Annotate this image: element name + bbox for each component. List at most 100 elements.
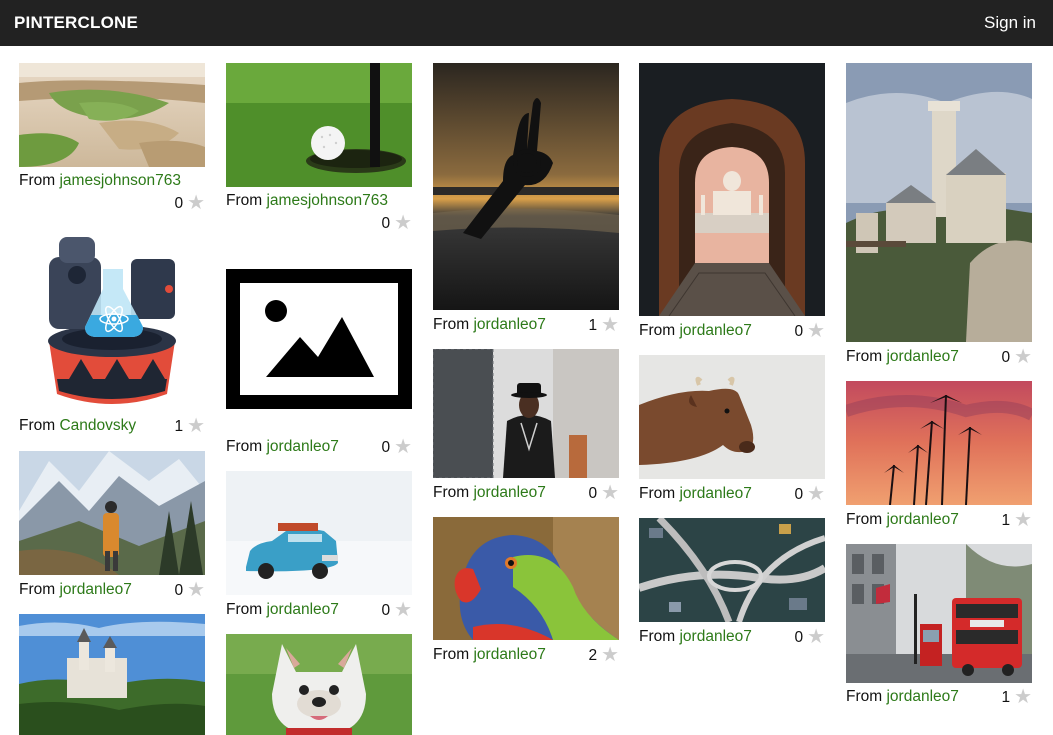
star-icon[interactable]: ★ [394, 212, 412, 234]
pin-card: From jamesjohnson763 0 ★ [226, 63, 412, 236]
pin-author-link[interactable]: jordanleo7 [266, 601, 338, 618]
like-count: 0 [381, 602, 391, 619]
pin-author-link[interactable]: Candovsky [59, 417, 136, 434]
pin-image-palm-trees[interactable] [846, 381, 1032, 505]
pin-card [19, 614, 205, 735]
like-count: 0 [1001, 349, 1011, 366]
pin-image-bulldog[interactable] [226, 634, 412, 735]
pin-meta: From jordanleo7 0 ★ [226, 436, 412, 458]
like-count: 0 [794, 323, 804, 340]
pin-author-link[interactable]: jordanleo7 [886, 688, 958, 705]
from-label: From [846, 348, 883, 365]
pin-image-blue-car[interactable] [226, 471, 412, 595]
pin-card [226, 634, 412, 735]
pin-author-link[interactable]: jordanleo7 [473, 316, 545, 333]
likes-row: 0 ★ [226, 212, 412, 236]
like-count: 1 [588, 317, 598, 334]
pin-meta: From jordanleo7 0 ★ [846, 346, 1032, 368]
star-icon[interactable]: ★ [601, 314, 619, 336]
like-count: 0 [794, 629, 804, 646]
from-label: From [19, 581, 56, 598]
from-label: From [639, 628, 676, 645]
pin-author-link[interactable]: jamesjohnson763 [59, 172, 181, 189]
pin-image-cow[interactable] [639, 355, 825, 479]
from-label: From [226, 601, 263, 618]
like-count: 0 [174, 195, 184, 212]
pin-meta: From jordanleo7 0 ★ [433, 482, 619, 504]
brand-logo[interactable]: PINTERCLONE [14, 13, 138, 33]
from-label: From [846, 511, 883, 528]
pin-card: From jordanleo7 1 ★ [846, 381, 1032, 531]
from-label: From [19, 417, 56, 434]
pin-image-castle-cliff[interactable] [846, 63, 1032, 342]
star-icon[interactable]: ★ [187, 415, 205, 437]
from-label: From [639, 485, 676, 502]
star-icon[interactable]: ★ [807, 320, 825, 342]
pin-author-link[interactable]: jordanleo7 [266, 438, 338, 455]
pin-meta: From jordanleo7 1 ★ [846, 686, 1032, 708]
pin-image-london-bus[interactable] [846, 544, 1032, 683]
sign-in-link[interactable]: Sign in [984, 13, 1036, 33]
pin-card: From jordanleo7 0 ★ [433, 349, 619, 504]
pin-image-golf-course[interactable] [19, 63, 205, 167]
pin-meta: From jordanleo7 0 ★ [639, 626, 825, 648]
pin-meta: From Candovsky 1 ★ [19, 415, 205, 437]
star-icon[interactable]: ★ [807, 483, 825, 505]
star-icon[interactable]: ★ [394, 599, 412, 621]
pin-image-golf-ball[interactable] [226, 63, 412, 187]
pin-author-link[interactable]: jordanleo7 [679, 322, 751, 339]
pin-author-link[interactable]: jordanleo7 [886, 348, 958, 365]
like-count: 1 [1001, 512, 1011, 529]
pin-image-placeholder[interactable] [226, 269, 412, 409]
pin-image-parrot[interactable] [433, 517, 619, 640]
pin-card: From jamesjohnson763 0 ★ [19, 63, 205, 216]
star-icon[interactable]: ★ [187, 579, 205, 601]
pin-image-man-hat[interactable] [433, 349, 619, 478]
star-icon[interactable]: ★ [1014, 509, 1032, 531]
pin-author-link[interactable]: jordanleo7 [473, 646, 545, 663]
like-count: 1 [174, 418, 184, 435]
pin-card: From jordanleo7 0 ★ [19, 451, 205, 601]
like-count: 2 [588, 647, 598, 664]
pin-author-link[interactable]: jordanleo7 [59, 581, 131, 598]
from-label: From [433, 484, 470, 501]
pin-image-hand-sunset[interactable] [433, 63, 619, 310]
pin-card: From jordanleo7 0 ★ [226, 471, 412, 621]
from-label: From [226, 192, 263, 209]
pin-card: From jordanleo7 0 ★ [226, 269, 412, 458]
from-label: From [433, 646, 470, 663]
like-count: 0 [588, 485, 598, 502]
pin-image-arch[interactable] [639, 63, 825, 316]
pin-image-castle-forest[interactable] [19, 614, 205, 735]
pin-author-link[interactable]: jordanleo7 [679, 485, 751, 502]
like-count: 0 [381, 439, 391, 456]
pin-meta: From jordanleo7 1 ★ [846, 509, 1032, 531]
from-label: From [846, 688, 883, 705]
pin-card: From jordanleo7 2 ★ [433, 517, 619, 666]
pin-author-link[interactable]: jamesjohnson763 [266, 192, 388, 209]
pin-card: From jordanleo7 0 ★ [639, 355, 825, 505]
pin-image-highway[interactable] [639, 518, 825, 622]
like-count: 0 [174, 582, 184, 599]
from-label: From [639, 322, 676, 339]
star-icon[interactable]: ★ [394, 436, 412, 458]
pin-card: From jordanleo7 0 ★ [639, 518, 825, 648]
pin-author-link[interactable]: jordanleo7 [679, 628, 751, 645]
star-icon[interactable]: ★ [601, 482, 619, 504]
star-icon[interactable]: ★ [1014, 686, 1032, 708]
pin-image-hiker[interactable] [19, 451, 205, 575]
pin-meta: From jordanleo7 2 ★ [433, 644, 619, 666]
from-label: From [433, 316, 470, 333]
star-icon[interactable]: ★ [187, 192, 205, 214]
likes-row: 0 ★ [19, 192, 205, 216]
star-icon[interactable]: ★ [601, 644, 619, 666]
like-count: 0 [381, 215, 391, 232]
like-count: 1 [1001, 689, 1011, 706]
from-label: From [226, 438, 263, 455]
star-icon[interactable]: ★ [1014, 346, 1032, 368]
pin-image-react-illustration[interactable] [19, 229, 205, 411]
star-icon[interactable]: ★ [807, 626, 825, 648]
pin-card: From jordanleo7 0 ★ [846, 63, 1032, 368]
pin-author-link[interactable]: jordanleo7 [886, 511, 958, 528]
pin-author-link[interactable]: jordanleo7 [473, 484, 545, 501]
